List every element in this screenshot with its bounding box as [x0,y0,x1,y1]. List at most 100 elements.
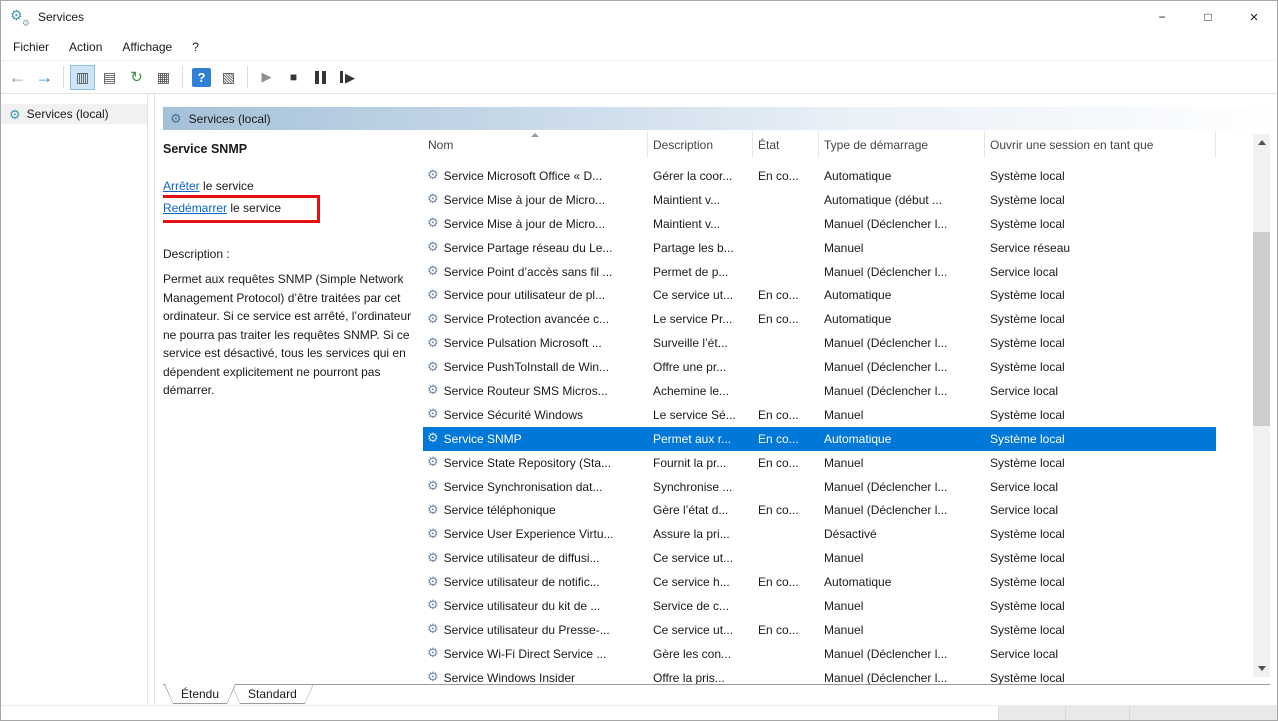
service-startup-type-cell: Manuel [819,241,985,255]
tab-etendu[interactable]: Étendu [164,684,236,704]
service-description-cell: Fournit la pr... [648,456,753,470]
maximize-button[interactable]: □ [1185,1,1231,33]
console-tree-pane: ⚙ Services (local) [1,94,148,706]
column-header-description[interactable]: Description [648,131,753,158]
table-row[interactable]: ⚙ Service Mise à jour de Micro... Mainti… [423,188,1216,212]
service-description-cell: Gère l’état d... [648,503,753,517]
service-startup-type-cell: Manuel (Déclencher l... [819,671,985,685]
service-logon-cell: Système local [985,169,1216,183]
table-row[interactable]: ⚙ Service Point d’accès sans fil ... Per… [423,260,1216,284]
table-row[interactable]: ⚙ Service State Repository (Sta... Fourn… [423,451,1216,475]
service-logon-cell: Service local [985,503,1216,517]
table-row[interactable]: ⚙ Service SNMP Permet aux r... En co... … [423,427,1216,451]
service-startup-type-cell: Manuel (Déclencher l... [819,647,985,661]
menu-action[interactable]: Action [59,35,112,59]
column-header-type-demarrage[interactable]: Type de démarrage [819,131,985,158]
sort-ascending-icon [531,133,539,137]
menu-aide[interactable]: ? [182,35,209,59]
pause-service-button[interactable] [308,65,333,90]
table-row[interactable]: ⚙ Service Routeur SMS Micros... Achemine… [423,379,1216,403]
tab-standard[interactable]: Standard [231,684,314,704]
minimize-button[interactable]: − [1139,1,1185,33]
service-startup-type-cell: Manuel [819,599,985,613]
table-row[interactable]: ⚙ Service Protection avancée c... Le ser… [423,307,1216,331]
action-pane-button[interactable]: ▧ [216,65,241,90]
bottom-strip [1,705,1277,720]
service-state-cell: En co... [753,432,819,446]
stop-service-link[interactable]: Arrêter [163,179,200,193]
refresh-button[interactable]: ↻ [124,65,149,90]
taskbar-fragment [998,706,1277,720]
forward-button[interactable]: → [32,65,57,90]
service-description-cell: Ce service ut... [648,551,753,565]
service-table-body: ⚙ Service Microsoft Office « D... Gérer … [423,164,1270,685]
start-service-button[interactable]: ▶ [254,65,279,90]
table-row[interactable]: ⚙ Service utilisateur du kit de ... Serv… [423,594,1216,618]
table-row[interactable]: ⚙ Service pour utilisateur de pl... Ce s… [423,283,1216,307]
service-gear-icon: ⚙ [427,336,439,349]
service-logon-cell: Système local [985,456,1216,470]
table-row[interactable]: ⚙ Service User Experience Virtu... Assur… [423,522,1216,546]
service-description-cell: Partage les b... [648,241,753,255]
back-button[interactable]: ← [5,65,30,90]
scrollbar-track[interactable] [1253,151,1270,660]
service-name: Service Protection avancée c... [444,312,609,326]
tree-item-services-local[interactable]: ⚙ Services (local) [1,104,147,124]
table-row[interactable]: ⚙ Service Wi-Fi Direct Service ... Gère … [423,642,1216,666]
close-button[interactable]: × [1231,1,1277,33]
service-name: Service Mise à jour de Micro... [444,193,605,207]
scroll-up-button[interactable] [1253,134,1270,151]
table-row[interactable]: ⚙ Service utilisateur du Presse-... Ce s… [423,618,1216,642]
properties-button[interactable]: ▤ [97,65,122,90]
console-tree-toggle-button[interactable]: ▥ [70,65,95,90]
service-logon-cell: Système local [985,527,1216,541]
menu-affichage[interactable]: Affichage [112,35,182,59]
table-row[interactable]: ⚙ Service utilisateur de notific... Ce s… [423,570,1216,594]
table-row[interactable]: ⚙ Service téléphonique Gère l’état d... … [423,498,1216,522]
column-header-ouvrir-session[interactable]: Ouvrir une session en tant que [985,131,1216,158]
table-row[interactable]: ⚙ Service Pulsation Microsoft ... Survei… [423,331,1216,355]
scroll-down-button[interactable] [1253,660,1270,677]
service-startup-type-cell: Manuel [819,408,985,422]
selected-service-title: Service SNMP [163,142,423,156]
table-row[interactable]: ⚙ Service Synchronisation dat... Synchro… [423,475,1216,499]
service-gear-icon: ⚙ [427,241,439,254]
table-row[interactable]: ⚙ Service utilisateur de diffusi... Ce s… [423,546,1216,570]
menu-fichier[interactable]: Fichier [3,35,59,59]
service-startup-type-cell: Automatique [819,312,985,326]
service-description-cell: Gère les con... [648,647,753,661]
scrollbar-thumb[interactable] [1253,232,1270,425]
view-tab-strip: Étendu Standard [163,684,1270,706]
menubar: Fichier Action Affichage ? [1,33,1277,61]
table-row[interactable]: ⚙ Service PushToInstall de Win... Offre … [423,355,1216,379]
stop-service-suffix: le service [200,179,254,193]
service-state-cell: En co... [753,312,819,326]
service-name: Service Windows Insider [444,671,575,685]
table-row[interactable]: ⚙ Service Microsoft Office « D... Gérer … [423,164,1216,188]
restart-service-button[interactable]: ▶ [335,65,360,90]
service-description-cell: Offre la pris... [648,671,753,685]
service-description-cell: Ce service h... [648,575,753,589]
toolbar-separator [63,66,64,88]
table-row[interactable]: ⚙ Service Mise à jour de Micro... Mainti… [423,212,1216,236]
table-row[interactable]: ⚙ Service Sécurité Windows Le service Sé… [423,403,1216,427]
stop-service-button[interactable]: ■ [281,65,306,90]
service-startup-type-cell: Automatique [819,432,985,446]
service-startup-type-cell: Automatique [819,288,985,302]
scroll-up-icon [1258,140,1266,145]
column-header-nom[interactable]: Nom [423,131,648,158]
export-list-button[interactable]: ▦ [151,65,176,90]
service-gear-icon: ⚙ [427,575,439,588]
tree-item-label: Services (local) [27,107,109,121]
service-logon-cell: Système local [985,360,1216,374]
service-startup-type-cell: Manuel (Déclencher l... [819,336,985,350]
help-button[interactable]: ? [189,65,214,90]
table-row[interactable]: ⚙ Service Windows Insider Offre la pris.… [423,666,1216,685]
vertical-scrollbar[interactable] [1253,134,1270,677]
column-header-etat[interactable]: État [753,131,819,158]
table-row[interactable]: ⚙ Service Partage réseau du Le... Partag… [423,236,1216,260]
service-logon-cell: Système local [985,217,1216,231]
titlebar: ⚙ ⚙ Services − □ × [1,1,1277,33]
service-logon-cell: Service réseau [985,241,1216,255]
restart-service-link[interactable]: Redémarrer [163,201,227,215]
